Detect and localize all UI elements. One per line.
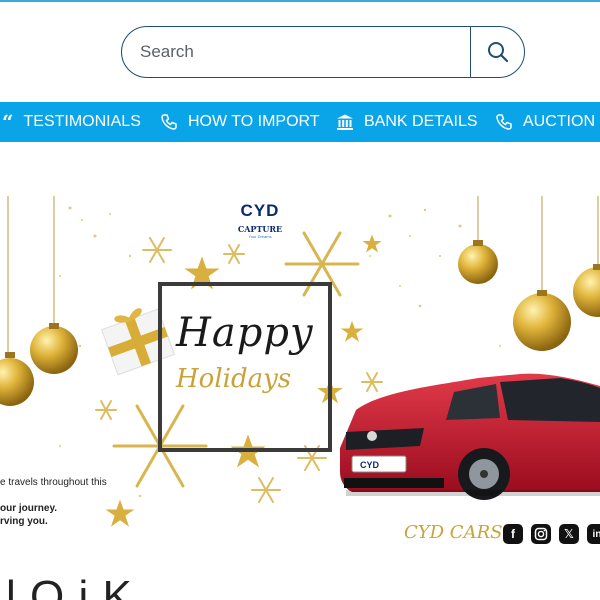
phone-icon xyxy=(160,113,178,131)
license-plate-text: CYD xyxy=(360,460,380,470)
logo-tagline: Your Dreams xyxy=(248,234,272,239)
logo-wordmark: CYD xyxy=(240,201,280,220)
nav-item-auction[interactable]: AUCTION xyxy=(495,113,595,131)
greeting-holidays: Holidays xyxy=(176,364,292,394)
message-line-3: rving you. xyxy=(0,516,48,527)
nav-item-label: BANK DETAILS xyxy=(364,113,478,130)
page-heading-partial: l l O i K xyxy=(0,572,133,600)
gold-ornament-ball xyxy=(30,323,78,374)
search-icon xyxy=(487,42,508,63)
message-line-2: our journey. xyxy=(0,503,58,514)
main-navbar: “ TESTIMONIALS HOW TO IMPORT BANK DETAIL… xyxy=(0,102,600,142)
nav-item-how-to-import[interactable]: HOW TO IMPORT xyxy=(160,113,320,131)
greeting-happy: Happy xyxy=(176,310,314,356)
nav-item-bank-details[interactable]: BANK DETAILS xyxy=(336,113,478,131)
search-input[interactable] xyxy=(122,27,470,77)
quote-icon: “ xyxy=(2,110,14,134)
x-icon[interactable]: 𝕏 xyxy=(559,524,579,544)
message-line-1: e travels throughout this xyxy=(0,477,107,488)
instagram-icon[interactable] xyxy=(531,524,551,544)
holiday-banner[interactable]: CYD CAPTURE Your Dreams Happy Holidays e… xyxy=(0,196,600,560)
cyd-logo: CYD CAPTURE Your Dreams xyxy=(230,201,290,240)
phone-icon xyxy=(495,113,513,131)
top-border-line xyxy=(0,0,600,2)
nav-item-label: TESTIMONIALS xyxy=(23,113,141,130)
search-bar xyxy=(121,26,525,78)
facebook-icon[interactable]: f xyxy=(503,524,523,544)
nav-item-label: AUCTION xyxy=(523,113,595,130)
logo-subtitle: CAPTURE xyxy=(237,224,283,234)
cyd-cars-signature: CYD CARS xyxy=(404,522,503,543)
nav-item-label: HOW TO IMPORT xyxy=(188,113,320,130)
nav-item-testimonials[interactable]: “ TESTIMONIALS xyxy=(2,112,141,132)
linkedin-icon[interactable]: in xyxy=(587,524,600,544)
red-suv xyxy=(340,373,600,500)
search-button[interactable] xyxy=(470,27,524,77)
bank-icon xyxy=(336,113,354,131)
